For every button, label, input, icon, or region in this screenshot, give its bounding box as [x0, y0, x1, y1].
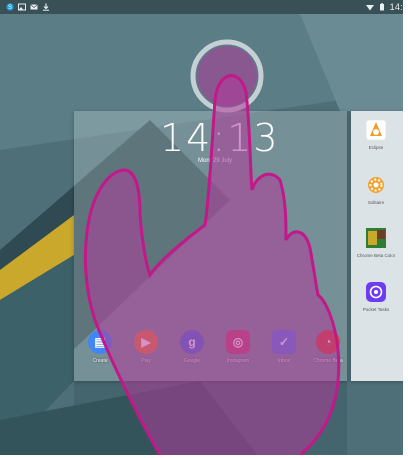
tasks-app-icon [364, 280, 388, 304]
mail-icon [30, 3, 38, 11]
lockscreen-clock: 14:13 [160, 116, 280, 160]
google-plus-icon: g [180, 330, 204, 354]
app-dock: ▤ Create ▶ Play g Google ◎ Instagram ✓ I… [80, 330, 348, 376]
status-bar-system: 14:1 [365, 0, 408, 14]
recent-app-tasks[interactable]: Pocket Tasks [351, 280, 401, 312]
settings-gear-icon [364, 173, 388, 197]
recent-app-label: Solitaire [367, 200, 385, 205]
lockscreen-date: Mon, 29 July [197, 158, 233, 164]
image-icon [18, 3, 26, 11]
dock-app-instagram[interactable]: ◎ Instagram [220, 330, 256, 364]
dock-app-chrome-beta[interactable]: ◔ Chrome Beta [310, 330, 346, 364]
recent-app-label: Chrome Beta Color [356, 253, 396, 258]
skype-icon: S [6, 3, 14, 11]
status-bar: S 14:1 [0, 0, 408, 14]
dock-app-label: Instagram [226, 358, 250, 364]
status-bar-notifications: S [0, 3, 50, 11]
recent-app-eclipse[interactable]: Eclipse [351, 118, 401, 150]
wifi-icon [365, 3, 374, 11]
dock-app-label: Inbox [277, 358, 291, 364]
download-icon [42, 3, 50, 11]
instagram-icon: ◎ [226, 330, 250, 354]
play-icon: ▶ [134, 330, 158, 354]
screenshot-frame-right [403, 0, 408, 458]
dock-app-inbox[interactable]: ✓ Inbox [266, 330, 302, 364]
inbox-icon: ✓ [272, 330, 296, 354]
chrome-icon: ◔ [316, 330, 340, 354]
dock-app-google[interactable]: g Google [174, 330, 210, 364]
recent-app-photo[interactable]: Chrome Beta Color [351, 226, 401, 258]
dock-app-label: Play [141, 358, 151, 364]
recent-app-label: Pocket Tasks [362, 307, 390, 312]
docs-icon: ▤ [88, 330, 112, 354]
photo-app-icon [364, 226, 388, 250]
svg-text:S: S [8, 5, 12, 11]
recent-app-label: Eclipse [368, 145, 384, 150]
dock-app-label: Google [183, 358, 201, 364]
dock-app-play[interactable]: ▶ Play [128, 330, 164, 364]
android-lockscreen: S 14:1 14:13 Mon, 29 July ▤ Create ▶ Pla… [0, 0, 408, 458]
battery-icon [378, 3, 386, 11]
dock-app-label: Chrome Beta [313, 358, 343, 364]
dock-app-create[interactable]: ▤ Create [82, 330, 118, 364]
recent-app-solitaire[interactable]: Solitaire [351, 173, 401, 205]
eclipse-app-icon [364, 118, 388, 142]
dock-app-label: Create [92, 358, 108, 364]
